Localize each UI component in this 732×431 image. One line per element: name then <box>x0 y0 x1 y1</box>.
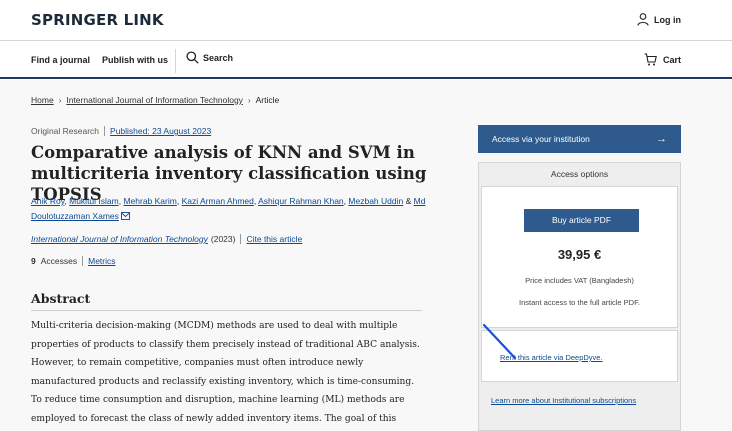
breadcrumb-home[interactable]: Home <box>31 95 54 105</box>
vat-note: Price includes VAT (Bangladesh) <box>525 276 634 285</box>
publication-year: (2023) <box>210 234 236 244</box>
breadcrumb-journal[interactable]: International Journal of Information Tec… <box>66 95 243 105</box>
cart-icon <box>644 53 657 66</box>
journal-citation: International Journal of Information Tec… <box>31 234 302 244</box>
annotation-stroke <box>482 323 517 360</box>
login-button[interactable]: Log in <box>637 13 681 26</box>
institutional-subscriptions-link[interactable]: Learn more about Institutional subscript… <box>491 396 636 405</box>
nav-find-journal[interactable]: Find a journal <box>31 55 90 65</box>
access-options-title: Access options <box>550 169 609 179</box>
article-price: 39,95 € <box>557 247 602 262</box>
metrics-divider <box>82 256 84 266</box>
author-link[interactable]: Anik Roy <box>31 196 64 206</box>
top-bar: SPRINGER LINK Log in <box>0 0 732 41</box>
search-label: Search <box>203 52 234 63</box>
abstract-text: Multi-criteria decision-making (MCDM) me… <box>31 321 420 424</box>
author-link[interactable]: Kazi Arman Ahmed <box>182 196 254 206</box>
citation-divider <box>240 234 242 244</box>
cite-article-link[interactable]: Cite this article <box>246 234 302 244</box>
springer-link-logo[interactable]: SPRINGER LINK <box>31 11 164 29</box>
chevron-right-icon: › <box>58 95 62 105</box>
buy-article-card: Buy article PDF 39,95 € Price includes V… <box>481 186 678 328</box>
person-icon <box>637 13 649 26</box>
author-ampersand: & <box>405 196 412 206</box>
main-content: Home › International Journal of Informat… <box>0 80 732 431</box>
article-type: Original Research <box>31 126 100 136</box>
access-institution-button[interactable]: Access via your institution → <box>478 125 681 153</box>
nav-publish-with-us[interactable]: Publish with us <box>102 55 168 65</box>
author-link[interactable]: Mehrab Karim <box>123 196 176 206</box>
main-nav: Find a journal Publish with us Search Ca… <box>0 42 732 79</box>
abstract-divider <box>31 310 422 311</box>
chevron-right-icon: › <box>247 95 251 105</box>
article-meta: Original Research Published: 23 August 2… <box>31 126 211 136</box>
author-link[interactable]: Mezbah Uddin <box>348 196 403 206</box>
search-button[interactable]: Search <box>186 51 233 64</box>
accesses-label: Accesses <box>40 256 78 266</box>
login-label: Log in <box>654 14 681 25</box>
author-list: Anik Roy, Mukitul Islam, Mehrab Karim, K… <box>31 196 426 221</box>
journal-link[interactable]: International Journal of Information Tec… <box>31 234 208 244</box>
published-date-link[interactable]: Published: 23 August 2023 <box>110 126 211 136</box>
nav-divider <box>175 49 176 73</box>
cart-button[interactable]: Cart <box>644 53 681 66</box>
abstract-heading: Abstract <box>31 291 91 306</box>
breadcrumb-current: Article <box>255 95 280 105</box>
accesses-count: 9 <box>31 256 36 266</box>
instant-access-note: Instant access to the full article PDF. <box>519 298 640 307</box>
access-options-panel: Access options Buy article PDF 39,95 € P… <box>478 162 681 431</box>
cart-label: Cart <box>662 54 681 65</box>
breadcrumb: Home › International Journal of Informat… <box>31 95 279 105</box>
access-institution-label: Access via your institution <box>492 134 590 144</box>
article-metrics: 9 Accesses Metrics <box>31 256 116 266</box>
metrics-link[interactable]: Metrics <box>88 256 115 266</box>
buy-article-pdf-button[interactable]: Buy article PDF <box>524 209 639 232</box>
meta-divider <box>104 126 106 136</box>
author-link[interactable]: Mukitul Islam <box>69 196 119 206</box>
search-icon <box>186 51 199 64</box>
arrow-right-icon: → <box>656 133 667 145</box>
mail-icon[interactable] <box>120 212 130 220</box>
author-link[interactable]: Ashiqur Rahman Khan <box>258 196 344 206</box>
